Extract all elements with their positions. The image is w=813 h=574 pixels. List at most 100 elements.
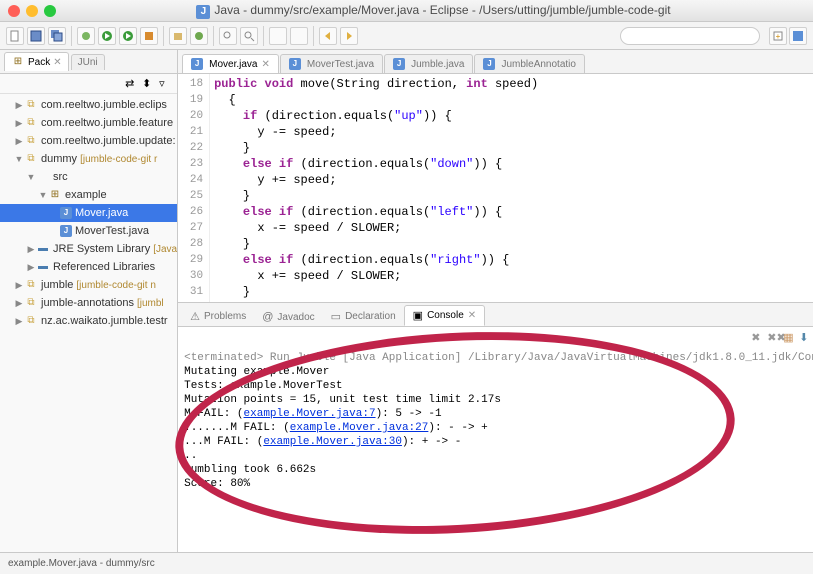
open-perspective-btn[interactable]: + xyxy=(769,27,787,45)
tree-item[interactable]: ▶⧉nz.ac.waikato.jumble.testr xyxy=(0,312,177,330)
console-link[interactable]: example.Mover.java:30 xyxy=(263,436,402,448)
remove-launch-icon[interactable]: ✖✖ xyxy=(767,331,781,345)
svg-text:+: + xyxy=(776,32,781,41)
new-class-btn[interactable] xyxy=(190,27,208,45)
disclosure-icon[interactable]: ▶ xyxy=(26,262,36,273)
open-type-btn[interactable] xyxy=(219,27,237,45)
tab-label: MoverTest.java xyxy=(307,59,374,70)
editor-tab[interactable]: JJumble.java xyxy=(384,54,473,73)
tab-label: Mover.java xyxy=(209,59,257,70)
view-menu-icon[interactable]: ▿ xyxy=(159,77,173,91)
disclosure-icon[interactable]: ▶ xyxy=(14,118,24,129)
project-icon: ⧉ xyxy=(24,98,38,112)
disclosure-icon[interactable]: ▶ xyxy=(14,316,24,327)
package-explorer: ⊞Pack✕ JUni ⇄ ⬍ ▿ ▶⧉com.reeltwo.jumble.e… xyxy=(0,50,178,552)
project-icon: ⧉ xyxy=(24,116,38,130)
close-icon[interactable]: ✕ xyxy=(53,57,61,68)
close-icon[interactable]: ✕ xyxy=(468,310,476,321)
back-btn[interactable] xyxy=(319,27,337,45)
tree-label: src xyxy=(53,171,68,183)
tree-label: dummy xyxy=(41,153,77,165)
main-toolbar: + xyxy=(0,22,813,50)
tree-item[interactable]: ▶⧉jumble-annotations[jumbl xyxy=(0,294,177,312)
code-body[interactable]: public void move(String direction, int s… xyxy=(210,74,813,302)
window-title: JJava - dummy/src/example/Mover.java - E… xyxy=(62,3,805,19)
new-package-btn[interactable] xyxy=(169,27,187,45)
editor-tabs: JMover.java✕JMoverTest.javaJJumble.javaJ… xyxy=(178,50,813,74)
editor-tab[interactable]: JJumbleAnnotatio xyxy=(474,54,585,73)
view-tab-console[interactable]: ▣Console ✕ xyxy=(404,305,486,326)
javadoc-icon: @ xyxy=(262,311,273,323)
console-icon: ▣ xyxy=(413,309,423,322)
project-tree[interactable]: ▶⧉com.reeltwo.jumble.eclips▶⧉com.reeltwo… xyxy=(0,94,177,552)
console-link[interactable]: example.Mover.java:7 xyxy=(244,408,376,420)
editor-tab[interactable]: JMoverTest.java xyxy=(280,54,383,73)
view-tab-javadoc[interactable]: @Javadoc xyxy=(254,308,322,326)
console-output[interactable]: <terminated> Run Jumble [Java Applicatio… xyxy=(178,349,813,552)
zoom-window-btn[interactable] xyxy=(44,5,56,17)
tree-item[interactable]: JMover.java xyxy=(0,204,177,222)
search-btn[interactable] xyxy=(240,27,258,45)
save-all-btn[interactable] xyxy=(48,27,66,45)
close-icon[interactable]: ✕ xyxy=(261,59,269,70)
java-file-icon: J xyxy=(60,225,72,237)
close-window-btn[interactable] xyxy=(8,5,20,17)
scroll-lock-icon[interactable]: ⬇ xyxy=(799,331,813,345)
forward-btn[interactable] xyxy=(340,27,358,45)
folder-icon xyxy=(36,170,50,184)
disclosure-icon[interactable]: ▶ xyxy=(26,244,36,255)
disclosure-icon[interactable]: ▼ xyxy=(26,172,36,182)
tree-item[interactable]: ▶⧉com.reeltwo.jumble.eclips xyxy=(0,96,177,114)
terminate-icon[interactable]: ✖ xyxy=(751,331,765,345)
library-icon: ▬ xyxy=(36,242,50,256)
ext-tools-btn[interactable] xyxy=(140,27,158,45)
tree-item[interactable]: ▶⧉com.reeltwo.jumble.feature xyxy=(0,114,177,132)
run-last-btn[interactable] xyxy=(119,27,137,45)
package-explorer-tab[interactable]: ⊞Pack✕ xyxy=(4,52,69,71)
java-perspective-btn[interactable] xyxy=(789,27,807,45)
disclosure-icon[interactable]: ▶ xyxy=(14,298,24,309)
toggle-btn[interactable] xyxy=(290,27,308,45)
outline-btn[interactable] xyxy=(269,27,287,45)
declaration-icon: ▭ xyxy=(331,310,341,323)
tree-label: nz.ac.waikato.jumble.testr xyxy=(41,315,168,327)
tree-item[interactable]: ▼⊞example xyxy=(0,186,177,204)
tree-item[interactable]: ▶▬JRE System Library[Java xyxy=(0,240,177,258)
quick-access-input[interactable] xyxy=(620,27,760,45)
tree-item[interactable]: ▶⧉jumble[jumble-code-git n xyxy=(0,276,177,294)
tree-label: Mover.java xyxy=(75,207,128,219)
project-icon: ⧉ xyxy=(24,152,38,166)
tree-item[interactable]: ▶▬Referenced Libraries xyxy=(0,258,177,276)
line-gutter: 1819202122232425262728293031 xyxy=(178,74,210,302)
view-tab-declaration[interactable]: ▭Declaration xyxy=(323,307,404,326)
tree-label: com.reeltwo.jumble.feature xyxy=(41,117,173,129)
tab-label: JumbleAnnotatio xyxy=(501,59,576,70)
collapse-all-icon[interactable]: ⇄ xyxy=(125,77,139,91)
disclosure-icon[interactable]: ▶ xyxy=(14,100,24,111)
junit-tab[interactable]: JUni xyxy=(71,54,105,70)
remove-all-icon[interactable]: ▦ xyxy=(783,331,797,345)
minimize-window-btn[interactable] xyxy=(26,5,38,17)
project-icon: ⧉ xyxy=(24,296,38,310)
editor-tab[interactable]: J Mover.java ✕ xyxy=(182,54,279,73)
java-file-icon: J xyxy=(196,5,210,19)
save-btn[interactable] xyxy=(27,27,45,45)
project-icon: ⧉ xyxy=(24,134,38,148)
tree-item[interactable]: JMoverTest.java xyxy=(0,222,177,240)
disclosure-icon[interactable]: ▼ xyxy=(14,154,24,164)
console-link[interactable]: example.Mover.java:27 xyxy=(290,422,429,434)
problems-icon: ⚠ xyxy=(190,310,200,323)
disclosure-icon[interactable]: ▼ xyxy=(38,190,48,200)
tree-item[interactable]: ▶⧉com.reeltwo.jumble.update: xyxy=(0,132,177,150)
status-bar: example.Mover.java - dummy/src xyxy=(0,552,813,574)
view-tab-problems[interactable]: ⚠Problems xyxy=(182,307,254,326)
disclosure-icon[interactable]: ▶ xyxy=(14,136,24,147)
tree-item[interactable]: ▼ src xyxy=(0,168,177,186)
new-btn[interactable] xyxy=(6,27,24,45)
java-file-icon: J xyxy=(191,58,203,70)
run-btn[interactable] xyxy=(98,27,116,45)
link-editor-icon[interactable]: ⬍ xyxy=(142,77,156,91)
debug-btn[interactable] xyxy=(77,27,95,45)
disclosure-icon[interactable]: ▶ xyxy=(14,280,24,291)
tree-item[interactable]: ▼⧉dummy[jumble-code-git r xyxy=(0,150,177,168)
